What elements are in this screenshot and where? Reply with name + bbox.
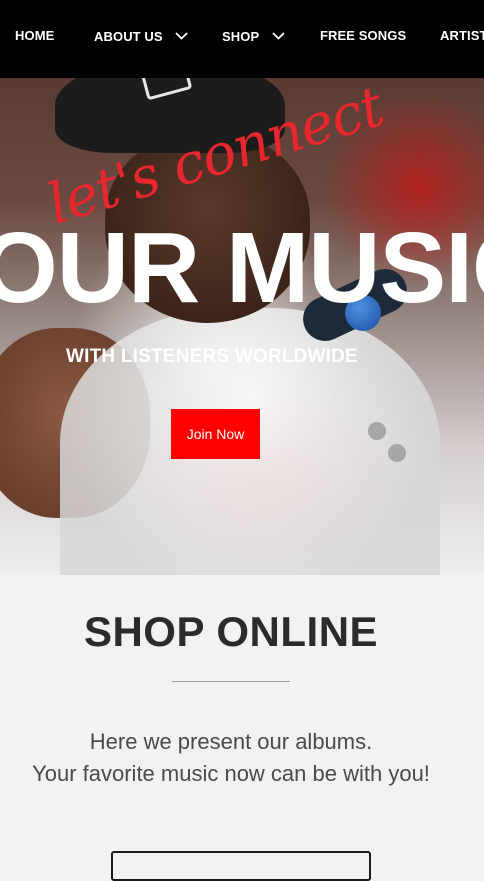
nav-item-label: FREE SONGS <box>320 28 407 43</box>
nav-item-home[interactable]: HOME <box>15 28 54 43</box>
nav-item-free-songs[interactable]: FREE SONGS <box>320 28 406 43</box>
description-line: Your favorite music now can be with you! <box>32 761 430 786</box>
hero-banner: OUR MUSIC let's connect WITH LISTENERS W… <box>0 78 484 575</box>
nav-item-shop[interactable]: SHOP <box>222 29 285 44</box>
cap-logo-icon <box>139 78 193 101</box>
divider <box>172 681 290 682</box>
description-line: Here we present our albums. <box>89 729 373 754</box>
nav-item-label: SHOP <box>222 29 260 44</box>
hero-photo-shirt-button <box>388 444 406 462</box>
nav-item-label: ARTIST <box>440 28 484 43</box>
nav-item-label: ABOUT US <box>94 29 163 44</box>
shop-button[interactable] <box>111 851 371 881</box>
chevron-down-icon <box>272 32 285 40</box>
hero-photo-shirt-button <box>368 422 386 440</box>
hero-subheadline: WITH LISTENERS WORLDWIDE <box>66 346 358 367</box>
section-title: SHOP ONLINE <box>83 608 379 655</box>
top-navigation: HOME ABOUT US SHOP FREE SONGS ARTIST <box>0 0 484 78</box>
section-description: Here we present our albums. Your favorit… <box>0 726 462 790</box>
join-now-button[interactable]: Join Now <box>171 409 260 459</box>
chevron-down-icon <box>175 32 189 40</box>
nav-item-about-us[interactable]: ABOUT US <box>94 29 189 44</box>
nav-item-artist[interactable]: ARTIST <box>440 28 484 43</box>
nav-item-label: HOME <box>15 28 55 43</box>
